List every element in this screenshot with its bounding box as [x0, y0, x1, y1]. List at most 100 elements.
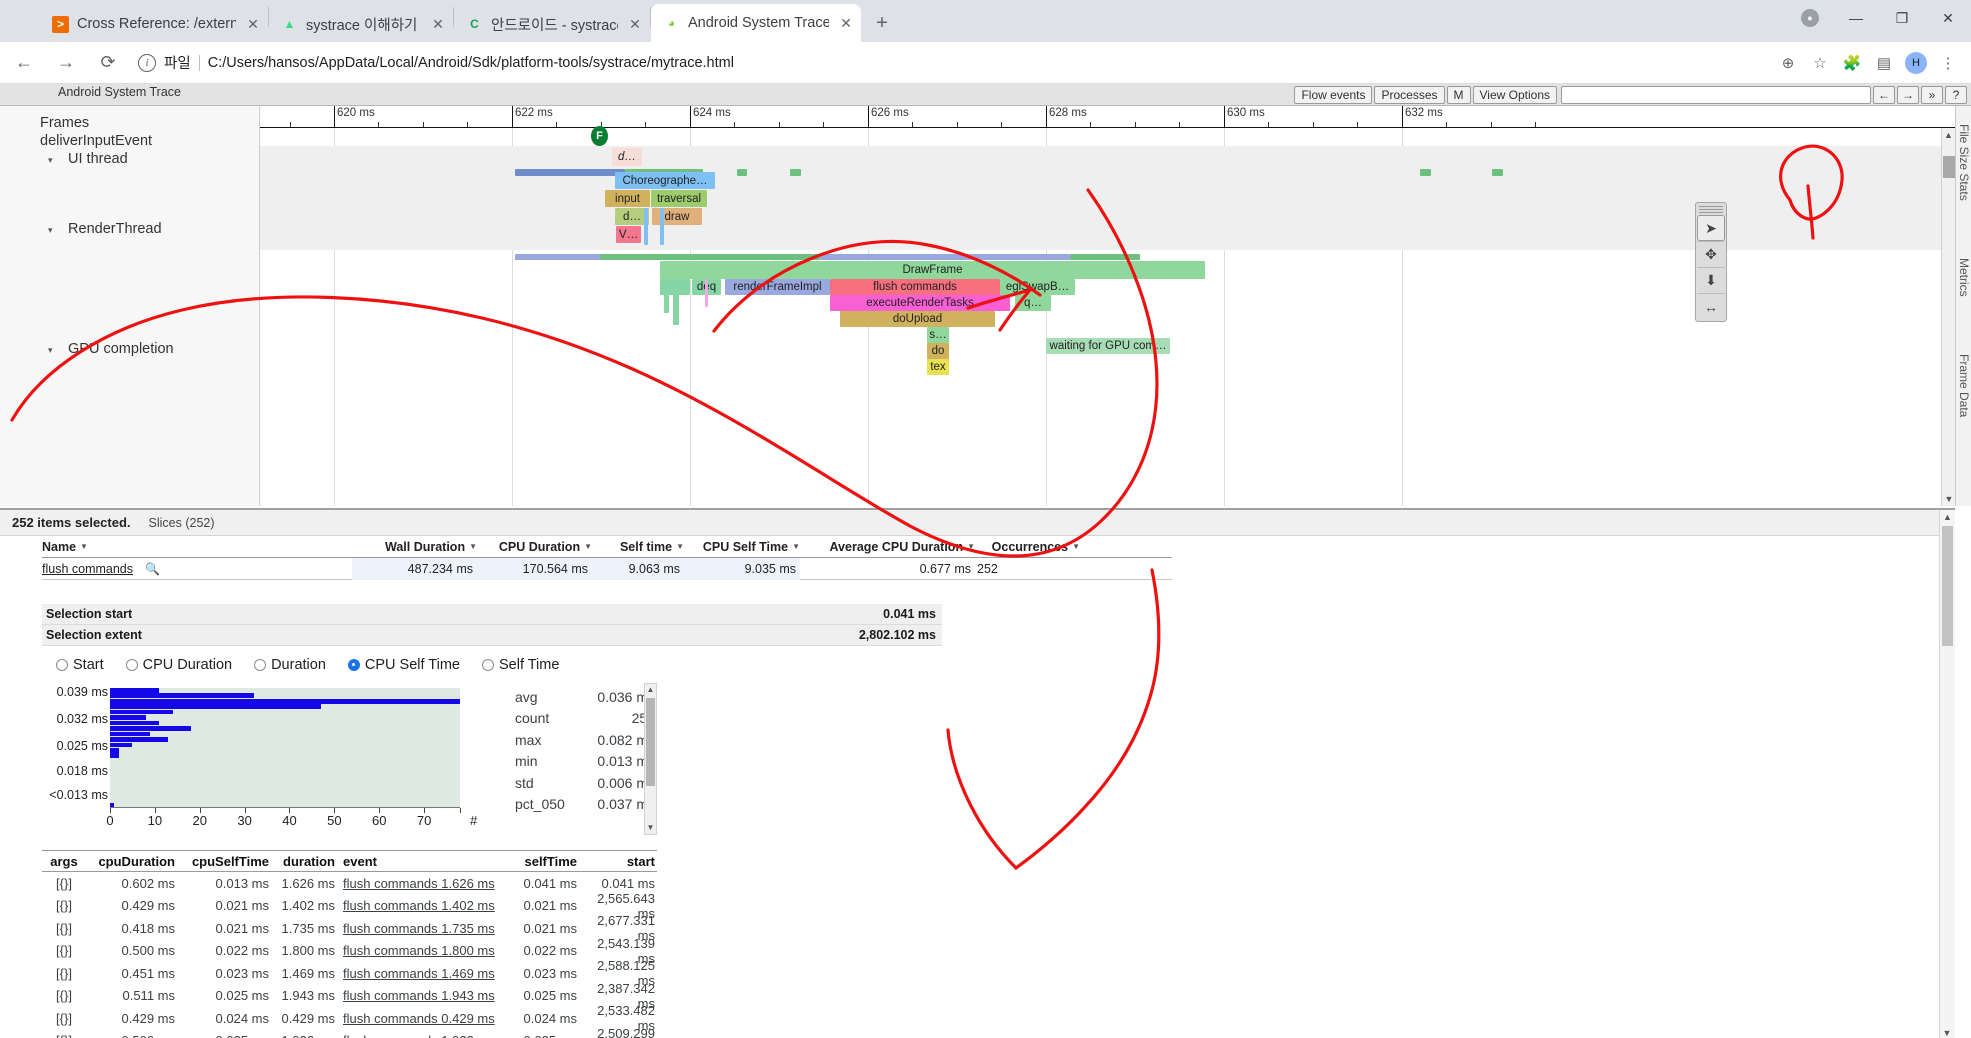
event-link[interactable]: flush commands 0.429 ms [343, 1011, 495, 1026]
slice-s-short[interactable]: s… [927, 327, 949, 343]
timeline-canvas[interactable]: F d… Choreographe… input traversal d… dr… [260, 126, 1955, 506]
table-row[interactable]: [{}] 0.511 ms 0.025 ms 1.943 ms flush comman… [42, 981, 657, 1011]
slice-rt-tick-c[interactable] [705, 279, 708, 307]
slice-renderframeimpl[interactable]: renderFrameImpl [725, 279, 830, 295]
radio-cpu-self-time[interactable]: CPU Self Time [347, 657, 460, 673]
cell-event[interactable]: flush commands 0.429 ms [335, 1011, 515, 1026]
reading-list-icon[interactable]: ▤ [1869, 48, 1899, 78]
table-row[interactable]: [{}]0.500 ms0.025 ms1.922 msflush comman… [42, 1026, 657, 1038]
histogram-bar[interactable] [110, 731, 151, 737]
browser-tab-1[interactable]: ▲ systrace 이해하기 | Android 오 ✕ [269, 6, 453, 42]
cell-event[interactable]: flush commands 1.922 ms [335, 1033, 515, 1038]
event-link[interactable]: flush commands 1.800 ms [343, 943, 495, 958]
event-link[interactable]: flush commands 1.469 ms [343, 966, 495, 981]
table-row[interactable]: [{}] 0.418 ms 0.021 ms 1.735 ms flush comman… [42, 913, 657, 943]
metrics-button[interactable]: M [1446, 85, 1471, 104]
radio-self-time[interactable]: Self Time [481, 657, 559, 673]
slice-tex[interactable]: tex [927, 359, 949, 375]
slice-thread-state-tick-d[interactable] [1492, 169, 1503, 176]
slice-input[interactable]: input [605, 190, 650, 207]
slice-doupload[interactable]: doUpload [840, 311, 995, 327]
extensions-icon[interactable]: 🧩 [1837, 48, 1867, 78]
scroll-up-icon[interactable]: ▲ [1942, 128, 1955, 142]
zoom-icon[interactable]: ⊕ [1773, 48, 1803, 78]
slice-flush-commands[interactable]: flush commands [830, 279, 1000, 295]
cell-event[interactable]: flush commands 1.626 ms [335, 876, 515, 891]
details-scroll-thumb[interactable] [1942, 526, 1953, 646]
table-row[interactable]: [{}] 0.451 ms 0.023 ms 1.469 ms flush comman… [42, 958, 657, 988]
radio-cpu-duration-dot[interactable] [125, 659, 138, 671]
slice-drawframe[interactable]: DrawFrame [660, 261, 1205, 279]
timeline-vertical-scrollbar[interactable]: ▲ ▼ [1941, 128, 1955, 506]
close-window-button[interactable]: ✕ [1925, 0, 1971, 36]
slice-rt-state-c[interactable] [820, 254, 1070, 260]
tab-metrics[interactable]: Metrics [1957, 258, 1971, 297]
trace-search-input[interactable] [1561, 85, 1871, 104]
col-cpuduration[interactable]: cpuDuration [86, 854, 181, 869]
browser-tab-0-close-icon[interactable]: ✕ [244, 15, 262, 33]
histogram-bar[interactable] [110, 693, 254, 699]
slice-thread-state-running[interactable] [515, 169, 625, 176]
histogram-bar[interactable] [110, 802, 115, 808]
table-row[interactable]: flush commands 🔍 487.234 ms 170.564 ms 9… [42, 557, 1172, 580]
flow-events-button[interactable]: Flow events [1294, 85, 1373, 104]
help-button[interactable]: ? [1945, 85, 1967, 104]
slice-thread-state-tick-c[interactable] [1420, 169, 1431, 176]
cell-args[interactable]: [{}] [42, 921, 86, 936]
pan-move-icon[interactable]: ✥ [1697, 241, 1725, 267]
col-start[interactable]: start [577, 854, 655, 869]
search-next-button[interactable]: → [1897, 85, 1919, 104]
radio-duration[interactable]: Duration [254, 657, 326, 673]
chevron-down-icon[interactable]: ▾ [48, 225, 64, 236]
col-average-cpu-duration[interactable]: Average CPU Duration ▼ [800, 540, 975, 554]
frame-marker-f[interactable]: F [591, 126, 608, 146]
row-name-link[interactable]: flush commands [42, 562, 133, 576]
magnifier-icon[interactable]: 🔍 [145, 562, 160, 576]
record-indicator-icon[interactable]: ● [1787, 0, 1833, 36]
slice-thread-state-tick-b[interactable] [790, 169, 801, 176]
histogram-bar[interactable] [110, 748, 119, 753]
metric-radio-group[interactable]: Start CPU Duration Duration CPU Self Tim… [56, 657, 559, 673]
col-event[interactable]: event [335, 854, 515, 869]
slice-rt-state-b[interactable] [600, 254, 820, 260]
histogram-plot-area[interactable] [110, 688, 460, 808]
radio-start[interactable]: Start [56, 657, 104, 673]
slice-rt-tick-b[interactable] [673, 279, 679, 325]
timeline-scroll-thumb[interactable] [1943, 156, 1955, 178]
slice-thin-blue-b[interactable] [660, 208, 664, 245]
slice-v-short[interactable]: V… [616, 226, 641, 243]
new-tab-button[interactable]: + [867, 8, 897, 38]
overflow-button[interactable]: » [1921, 85, 1943, 104]
table-row[interactable]: [{}] 0.429 ms 0.021 ms 1.402 ms flush comman… [42, 891, 657, 921]
cell-args[interactable]: [{}] [42, 1033, 86, 1038]
col-args[interactable]: args [42, 854, 86, 869]
scroll-down-icon[interactable]: ▼ [1942, 492, 1955, 506]
slice-q-short[interactable]: q… [1015, 295, 1051, 311]
radio-cpu-duration[interactable]: CPU Duration [125, 657, 232, 673]
chevron-down-icon[interactable]: ▾ [48, 345, 64, 356]
timeline-panel[interactable]: Frames deliverInputEvent ▾ UI thread ▾ R… [0, 106, 1955, 506]
cell-args[interactable]: [{}] [42, 943, 86, 958]
slices-count-text[interactable]: Slices (252) [149, 516, 215, 530]
cell-event[interactable]: flush commands 1.943 ms [335, 988, 515, 1003]
details-vertical-scrollbar[interactable]: ▲ ▼ [1939, 510, 1955, 1038]
histogram-bar[interactable] [110, 704, 321, 709]
slice-traversal[interactable]: traversal [651, 190, 707, 207]
address-bar[interactable]: i 파일 C:/Users/hansos/AppData/Local/Andro… [138, 48, 1763, 78]
slice-rt-state-d[interactable] [1070, 254, 1140, 260]
details-scroll-down-icon[interactable]: ▼ [1940, 1026, 1954, 1038]
maximize-button[interactable]: ❐ [1879, 0, 1925, 36]
zoom-vertical-icon[interactable]: ⬇ [1697, 267, 1725, 293]
stats-scroll-thumb[interactable] [646, 698, 655, 786]
table-row[interactable]: [{}] 0.429 ms 0.024 ms 0.429 ms flush comman… [42, 1003, 657, 1033]
statistics-scrollbar[interactable]: ▲ ▼ [644, 683, 657, 835]
histogram-bar[interactable] [110, 688, 160, 693]
page-info-icon[interactable]: i [138, 53, 156, 72]
chevron-down-icon[interactable]: ▾ [48, 155, 64, 166]
event-link[interactable]: flush commands 1.922 ms [343, 1033, 495, 1038]
col-selftime[interactable]: selfTime [515, 854, 577, 869]
cell-args[interactable]: [{}] [42, 988, 86, 1003]
cell-event[interactable]: flush commands 1.469 ms [335, 966, 515, 981]
col-cpuselftime[interactable]: cpuSelfTime [181, 854, 273, 869]
processes-button[interactable]: Processes [1374, 85, 1445, 104]
